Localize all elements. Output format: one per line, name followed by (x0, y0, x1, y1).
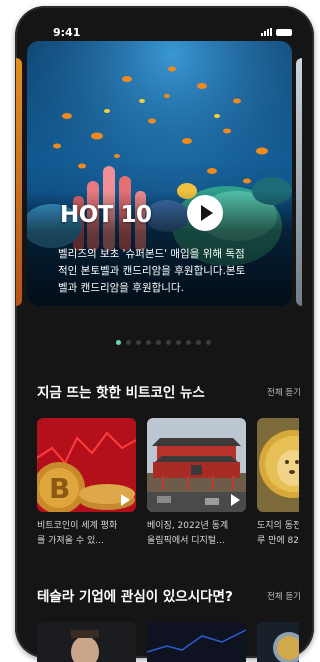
page-dot[interactable] (196, 340, 201, 345)
section-title-bitcoin-news: 지금 뜨는 핫한 비트코인 뉴스 (37, 385, 205, 401)
see-all-tesla[interactable]: 전체 듣기 (267, 590, 301, 602)
section-title-tesla: 테슬라 기업에 관심이 있으시다면? (37, 589, 233, 605)
news-caption-line: 를 가져올 수 있... (37, 536, 104, 546)
play-icon (200, 205, 213, 221)
battery-icon (276, 28, 292, 36)
carousel-next-card[interactable] (296, 58, 302, 306)
hero-play-button[interactable] (187, 195, 223, 231)
tesla-thumb-3[interactable] (257, 622, 299, 662)
news-caption-line: 루 만에 82% (257, 536, 299, 546)
page-dot[interactable] (156, 340, 161, 345)
page-dot[interactable] (166, 340, 171, 345)
carousel-prev-card[interactable] (16, 58, 22, 306)
status-icons (261, 28, 292, 36)
signal-icon (261, 28, 272, 36)
page-dot[interactable] (186, 340, 191, 345)
page-dot-active[interactable] (116, 340, 121, 345)
dogecoin-image (257, 418, 299, 512)
page-dot[interactable] (146, 340, 151, 345)
video-play-icon (121, 494, 130, 506)
news-caption: 비트코인이 세계 평화 를 가져올 수 있... (37, 519, 136, 549)
news-caption-line: 비트코인이 세계 평화 (37, 521, 118, 531)
hero-description-line: 벨리즈의 보초 '슈퍼본드' 매입을 위해 독점 (58, 248, 245, 260)
status-time: 9:41 (53, 26, 81, 39)
tesla-thumb-2[interactable] (147, 622, 246, 662)
carousel-pagination (116, 340, 211, 345)
page-dot[interactable] (136, 340, 141, 345)
news-caption: 베이징, 2022년 동계 올림픽에서 디지털... (147, 519, 246, 549)
page-dot[interactable] (126, 340, 131, 345)
person-image (37, 622, 136, 662)
page-dot[interactable] (206, 340, 211, 345)
news-caption: 도지의 동전 루 만에 82% (257, 519, 299, 549)
video-play-icon (231, 494, 240, 506)
hero-description-line: 벨과 캔드리암을 후원합니다. (58, 282, 184, 294)
coin-image (257, 622, 299, 662)
hero-description-line: 적인 본토벨과 캔드리암을 후원합니다.본토 (58, 265, 246, 277)
news-thumb-beijing[interactable] (147, 418, 246, 512)
status-bar: 9:41 (15, 6, 314, 46)
hero-description: 벨리즈의 보초 '슈퍼본드' 매입을 위해 독점 적인 본토벨과 캔드리암을 후… (58, 246, 288, 297)
news-caption-line: 베이징, 2022년 동계 (147, 521, 229, 531)
hero-title: HOT 10 (60, 202, 152, 228)
news-thumb-dogecoin[interactable] (257, 418, 299, 512)
svg-text:B: B (49, 472, 70, 505)
chart-image (147, 622, 246, 662)
news-thumb-bitcoin[interactable]: B (37, 418, 136, 512)
news-caption-line: 도지의 동전 (257, 521, 299, 531)
tesla-thumb-1[interactable] (37, 622, 136, 662)
see-all-bitcoin-news[interactable]: 전체 듣기 (267, 386, 301, 398)
page-dot[interactable] (176, 340, 181, 345)
news-caption-line: 올림픽에서 디지털... (147, 536, 225, 546)
